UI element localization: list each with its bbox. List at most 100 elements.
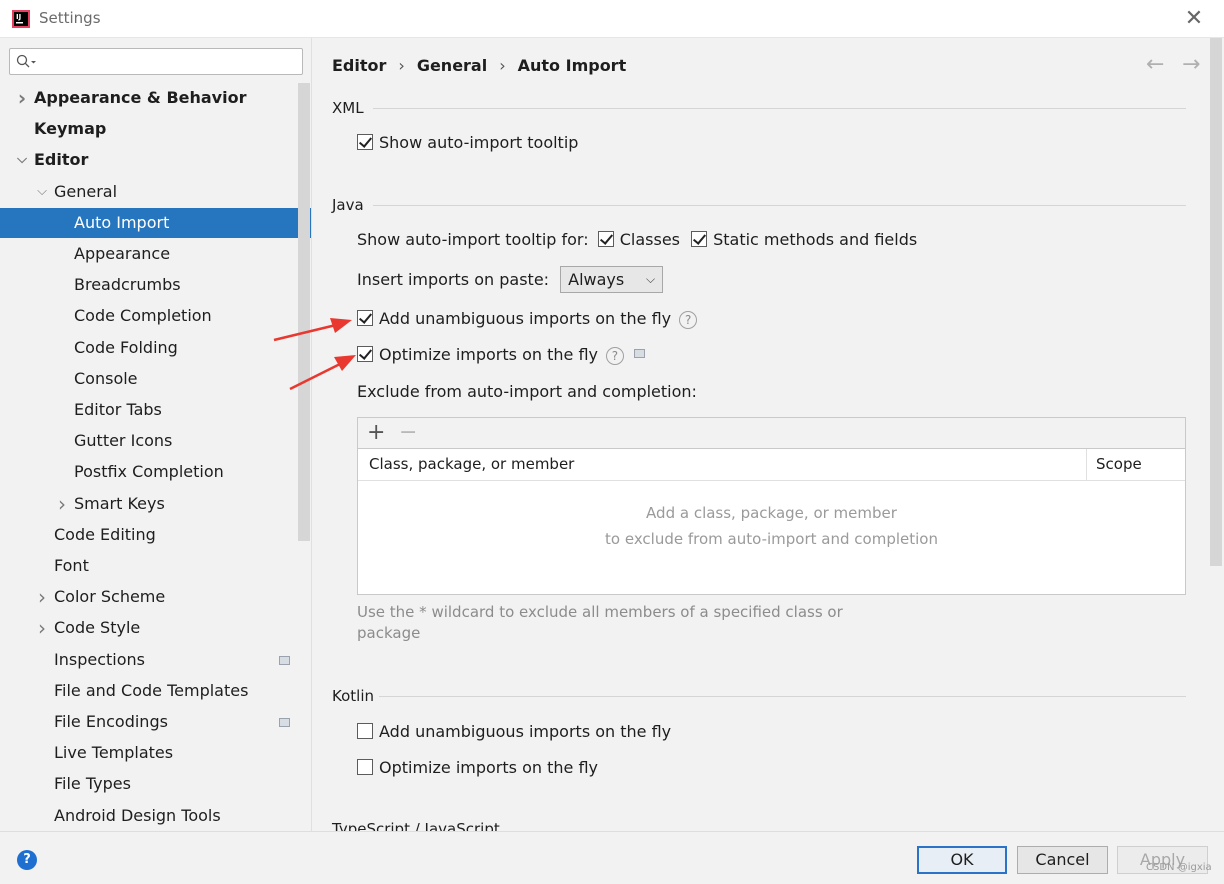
sidebar-scrollbar[interactable] bbox=[298, 83, 310, 541]
dialog-footer: ? OK Cancel Apply CSDN @igxia bbox=[0, 831, 1224, 884]
sidebar-item[interactable]: Code Editing bbox=[0, 520, 311, 550]
breadcrumb-separator: › bbox=[499, 56, 506, 75]
insert-imports-value: Always bbox=[568, 270, 625, 289]
sidebar-item-label: Editor bbox=[34, 150, 89, 169]
chevron-right-icon[interactable]: › bbox=[15, 83, 29, 113]
section-divider bbox=[373, 205, 1186, 206]
chevron-down-icon[interactable]: ⌵ bbox=[35, 177, 49, 207]
help-icon[interactable]: ? bbox=[605, 347, 624, 365]
kotlin-optimize-checkbox[interactable] bbox=[357, 759, 373, 775]
java-optimize-row[interactable]: Optimize imports on the fly? bbox=[357, 345, 645, 367]
insert-imports-select[interactable]: Always ⌵ bbox=[560, 266, 664, 293]
sidebar-item-label: Auto Import bbox=[74, 213, 170, 232]
empty-table-text: to exclude from auto-import and completi… bbox=[605, 530, 938, 548]
sidebar-item[interactable]: Auto Import bbox=[0, 208, 311, 238]
xml-show-tooltip-row[interactable]: Show auto-import tooltip bbox=[357, 133, 578, 155]
typescript-section-title: TypeScript / JavaScript bbox=[332, 820, 500, 831]
breadcrumb-editor: Editor bbox=[332, 56, 387, 75]
add-icon[interactable]: + bbox=[367, 420, 385, 445]
help-button[interactable]: ? bbox=[17, 850, 37, 870]
java-tooltip-for-row: Show auto-import tooltip for: Classes St… bbox=[357, 230, 917, 252]
remove-icon[interactable]: − bbox=[399, 420, 417, 445]
sidebar-item[interactable]: Postfix Completion bbox=[0, 457, 311, 487]
sidebar-item[interactable]: File Encodings bbox=[0, 707, 311, 737]
insert-imports-row: Insert imports on paste: Always ⌵ bbox=[357, 266, 664, 296]
sidebar-item-label: File Types bbox=[54, 774, 131, 793]
kotlin-add-unambiguous-row[interactable]: Add unambiguous imports on the fly bbox=[357, 722, 671, 744]
back-arrow-icon[interactable]: ← bbox=[1146, 52, 1164, 77]
kotlin-add-unambiguous-checkbox[interactable] bbox=[357, 723, 373, 739]
sidebar-item[interactable]: Editor Tabs bbox=[0, 395, 311, 425]
svg-text:IJ: IJ bbox=[16, 13, 21, 21]
column-header-scope[interactable]: Scope bbox=[1096, 455, 1142, 473]
static-members-label: Static methods and fields bbox=[713, 230, 918, 249]
search-input[interactable] bbox=[9, 48, 303, 75]
chevron-down-icon[interactable]: ⌵ bbox=[15, 145, 29, 175]
ok-button[interactable]: OK bbox=[917, 846, 1007, 874]
exclude-table: + − Class, package, or member Scope Add … bbox=[357, 417, 1186, 595]
java-add-unambiguous-label: Add unambiguous imports on the fly bbox=[379, 309, 672, 328]
column-header-member[interactable]: Class, package, or member bbox=[369, 455, 574, 473]
close-icon[interactable]: ✕ bbox=[1180, 5, 1208, 33]
cancel-button[interactable]: Cancel bbox=[1017, 846, 1108, 874]
settings-content: Editor › General › Auto Import ← → XML Show … bbox=[313, 38, 1210, 831]
sidebar-item[interactable]: Android Design Tools bbox=[0, 801, 311, 831]
chevron-right-icon[interactable]: › bbox=[35, 613, 49, 643]
java-add-unambiguous-row[interactable]: Add unambiguous imports on the fly? bbox=[357, 309, 698, 331]
kotlin-optimize-row[interactable]: Optimize imports on the fly bbox=[357, 758, 598, 780]
watermark: CSDN @igxia bbox=[1146, 862, 1212, 873]
java-optimize-checkbox[interactable] bbox=[357, 346, 373, 362]
sidebar-item-label: Breadcrumbs bbox=[74, 275, 181, 294]
breadcrumb-general: General bbox=[416, 56, 488, 75]
help-icon[interactable]: ? bbox=[679, 311, 698, 329]
project-settings-icon bbox=[279, 656, 290, 665]
java-add-unambiguous-checkbox[interactable] bbox=[357, 310, 373, 326]
insert-imports-label: Insert imports on paste: bbox=[357, 270, 550, 289]
sidebar-item-label: Editor Tabs bbox=[74, 400, 162, 419]
sidebar-item[interactable]: › Color Scheme bbox=[0, 582, 311, 612]
sidebar-item[interactable]: ⌵ Editor bbox=[0, 145, 311, 175]
sidebar-item-label: Code Style bbox=[54, 618, 141, 637]
sidebar-item-label: File and Code Templates bbox=[54, 681, 249, 700]
xml-show-tooltip-checkbox[interactable] bbox=[357, 134, 373, 150]
sidebar-item[interactable]: Gutter Icons bbox=[0, 426, 311, 456]
chevron-right-icon[interactable]: › bbox=[35, 582, 49, 612]
sidebar-item[interactable]: › Smart Keys bbox=[0, 489, 311, 519]
sidebar-item[interactable]: › Appearance & Behavior bbox=[0, 83, 311, 113]
forward-arrow-icon[interactable]: → bbox=[1182, 52, 1200, 77]
project-settings-icon bbox=[633, 349, 645, 358]
sidebar-item[interactable]: Code Completion bbox=[0, 301, 311, 331]
breadcrumb-separator: › bbox=[398, 56, 405, 75]
sidebar-item[interactable]: File and Code Templates bbox=[0, 676, 311, 706]
sidebar-item[interactable]: ⌵ General bbox=[0, 177, 311, 207]
sidebar-item-label: Gutter Icons bbox=[74, 431, 173, 450]
sidebar-item[interactable]: Appearance bbox=[0, 239, 311, 269]
sidebar-item[interactable]: Live Templates bbox=[0, 738, 311, 768]
sidebar-item[interactable]: Keymap bbox=[0, 114, 311, 144]
sidebar-item[interactable]: Code Folding bbox=[0, 333, 311, 363]
sidebar-item[interactable]: Breadcrumbs bbox=[0, 270, 311, 300]
sidebar-item[interactable]: Font bbox=[0, 551, 311, 581]
empty-table-text[interactable]: Add a class, package, or member bbox=[358, 504, 1185, 522]
java-optimize-label: Optimize imports on the fly bbox=[379, 345, 598, 364]
static-members-checkbox[interactable] bbox=[691, 231, 708, 247]
sidebar-item-label: Appearance bbox=[74, 244, 171, 263]
sidebar-item[interactable]: Inspections bbox=[0, 645, 311, 675]
sidebar-item[interactable]: File Types bbox=[0, 769, 311, 799]
sidebar-item-label: Postfix Completion bbox=[74, 462, 224, 481]
sidebar-item[interactable]: Console bbox=[0, 364, 311, 394]
wildcard-hint: Use the * wildcard to exclude all member… bbox=[357, 603, 843, 642]
sidebar-item-label: Android Design Tools bbox=[54, 806, 221, 825]
classes-checkbox[interactable] bbox=[597, 231, 614, 247]
sidebar-item-label: Code Completion bbox=[74, 306, 212, 325]
sidebar-item[interactable]: › Code Style bbox=[0, 613, 311, 643]
title-bar: IJ Settings ✕ bbox=[0, 0, 1224, 38]
history-navigation: ← → bbox=[1146, 52, 1206, 77]
section-divider bbox=[373, 108, 1186, 109]
section-divider bbox=[379, 696, 1186, 697]
chevron-right-icon[interactable]: › bbox=[55, 489, 69, 519]
table-toolbar: + − bbox=[358, 418, 1185, 449]
sidebar-item-label: Font bbox=[54, 556, 89, 575]
content-scrollbar[interactable] bbox=[1210, 38, 1222, 566]
sidebar-item-label: File Encodings bbox=[54, 712, 168, 731]
